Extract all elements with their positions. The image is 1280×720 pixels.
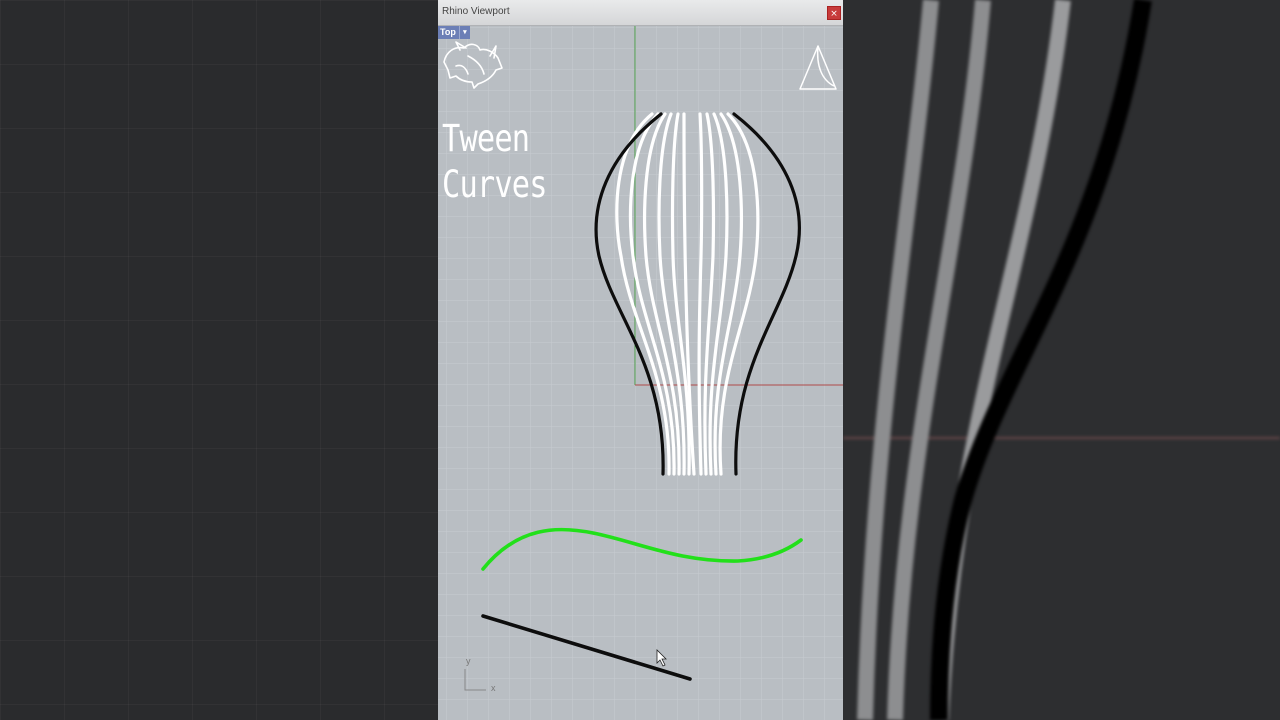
viewport-tab-top[interactable]: Top ▾	[438, 26, 470, 39]
window-titlebar[interactable]: Rhino Viewport ×	[438, 0, 843, 26]
overlay-title-line-2: Curves	[442, 163, 547, 206]
blurred-background-right	[843, 0, 1280, 720]
axis-y-label: y	[466, 656, 471, 666]
chevron-down-icon[interactable]: ▾	[458, 26, 470, 39]
blurred-background-left	[0, 0, 438, 720]
viewport-tab-label: Top	[440, 27, 456, 37]
overlay-title-line-1: Tween	[442, 117, 530, 160]
axis-x-label: x	[491, 683, 496, 693]
window-title: Rhino Viewport	[442, 6, 510, 17]
close-button[interactable]: ×	[827, 6, 841, 20]
rhino-viewport-window[interactable]: Rhino Viewport × Top ▾ Tween Curves y x	[438, 0, 843, 720]
